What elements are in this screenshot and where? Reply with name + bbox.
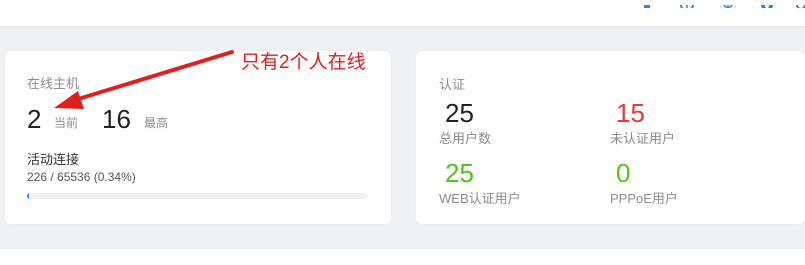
annotation-text: 只有2个人在线 xyxy=(241,52,366,73)
annotation-arrow xyxy=(54,50,234,109)
